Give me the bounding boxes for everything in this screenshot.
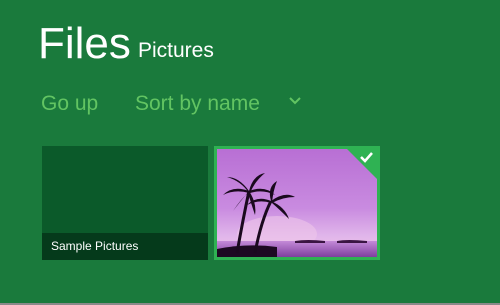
- location-label: Pictures: [138, 39, 214, 62]
- chevron-down-icon[interactable]: [288, 96, 302, 106]
- image-tile-selected[interactable]: [214, 146, 380, 260]
- app-title: Files: [38, 19, 131, 68]
- go-up-button[interactable]: Go up: [41, 90, 98, 118]
- sort-by-button[interactable]: Sort by name: [135, 90, 260, 118]
- folder-tile-sample-pictures[interactable]: Sample Pictures: [42, 146, 208, 260]
- folder-tile-label: Sample Pictures: [42, 233, 208, 260]
- selection-checkmark-icon: [344, 146, 380, 182]
